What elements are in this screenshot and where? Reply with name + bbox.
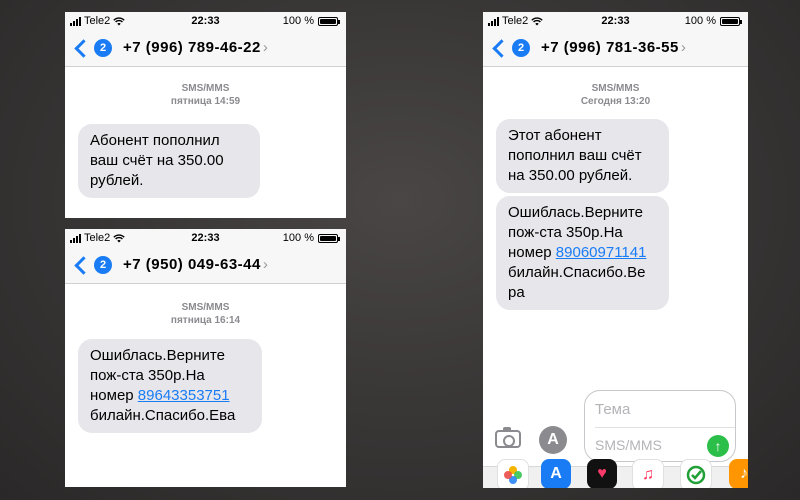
- contact-title[interactable]: +7 (950) 049-63-44 ›: [123, 256, 268, 273]
- contact-number: +7 (996) 781-36-55: [541, 39, 679, 56]
- battery-percent: 100 %: [282, 15, 314, 27]
- back-button[interactable]: 2: [73, 38, 112, 58]
- contact-number: +7 (996) 789-46-22: [123, 39, 261, 56]
- contact-title[interactable]: +7 (996) 781-36-55 ›: [541, 39, 686, 56]
- thread-timestamp: SMS/MMS пятница 14:59: [65, 82, 346, 108]
- message-text: билайн.Спасибо.Ева: [90, 407, 236, 424]
- unread-badge: 2: [94, 39, 112, 57]
- message-bubble[interactable]: Ошиблась.Верните пож-ста 350р.На номер 8…: [78, 339, 262, 433]
- subject-field[interactable]: Тема: [595, 401, 630, 418]
- heart-app-icon[interactable]: ♥: [587, 459, 617, 488]
- back-button[interactable]: 2: [491, 38, 530, 58]
- back-chevron-icon: [74, 38, 93, 58]
- thread-timestamp: SMS/MMS Сегодня 13:20: [483, 82, 748, 108]
- conversation-header: 2 +7 (996) 781-36-55 ›: [483, 30, 748, 67]
- contact-number: +7 (950) 049-63-44: [123, 256, 261, 273]
- app-drawer: A ♥ ♫ ♪: [483, 459, 748, 488]
- service-label: SMS/MMS: [181, 302, 230, 313]
- status-bar: Tele2 22:33 100 %: [65, 12, 346, 30]
- phone-number-link[interactable]: 89060971141: [556, 244, 647, 261]
- conversation-header: 2 +7 (996) 789-46-22 ›: [65, 30, 346, 67]
- service-label: SMS/MMS: [181, 83, 230, 94]
- status-bar: Tele2 22:33 100 %: [483, 12, 748, 30]
- message-screen-3: Tele2 22:33 100 % 2 +7 (996) 781-36-55 › …: [483, 12, 748, 488]
- appstore-icon[interactable]: A: [541, 459, 571, 488]
- battery-icon: [318, 233, 340, 243]
- message-input-box[interactable]: Тема SMS/MMS ↑: [584, 390, 736, 462]
- message-text: билайн.Спасибо.Ве ра: [508, 264, 646, 301]
- date-label: Сегодня 13:20: [580, 96, 651, 107]
- back-chevron-icon: [492, 38, 511, 58]
- unread-badge: 2: [94, 256, 112, 274]
- message-field[interactable]: SMS/MMS: [595, 437, 662, 453]
- service-label: SMS/MMS: [591, 83, 640, 94]
- chevron-right-icon: ›: [680, 39, 687, 56]
- music-icon[interactable]: ♫: [632, 459, 664, 488]
- send-arrow-icon[interactable]: ↑: [707, 435, 729, 457]
- battery-percent: 100 %: [684, 15, 716, 27]
- sberbank-icon[interactable]: [680, 459, 712, 488]
- date-label: пятница 14:59: [170, 96, 241, 107]
- chevron-right-icon: ›: [262, 256, 269, 273]
- battery-icon: [318, 16, 340, 26]
- chevron-right-icon: ›: [262, 39, 269, 56]
- message-bubble[interactable]: Этот абонент пополнил ваш счёт на 350.00…: [496, 119, 669, 193]
- phone-number-link[interactable]: 89643353751: [138, 387, 230, 404]
- message-composer: A Тема SMS/MMS ↑: [483, 390, 748, 466]
- photos-icon[interactable]: [497, 459, 529, 488]
- music-app-icon[interactable]: ♪: [729, 459, 748, 488]
- battery-icon: [720, 16, 742, 26]
- battery-percent: 100 %: [282, 232, 314, 244]
- contact-title[interactable]: +7 (996) 789-46-22 ›: [123, 39, 268, 56]
- back-button[interactable]: 2: [73, 255, 112, 275]
- date-label: пятница 16:14: [170, 315, 241, 326]
- divider: [595, 427, 735, 428]
- message-screen-1: Tele2 22:33 100 % 2 +7 (996) 789-46-22 › …: [65, 12, 346, 218]
- status-bar: Tele2 22:33 100 %: [65, 229, 346, 247]
- message-bubble[interactable]: Абонент пополнил ваш счёт на 350.00 рубл…: [78, 124, 260, 198]
- message-screen-2: Tele2 22:33 100 % 2 +7 (950) 049-63-44 › …: [65, 229, 346, 487]
- back-chevron-icon: [74, 255, 93, 275]
- camera-icon[interactable]: [495, 427, 521, 448]
- message-bubble[interactable]: Ошиблась.Верните пож-ста 350р.На номер 8…: [496, 196, 669, 310]
- thread-timestamp: SMS/MMS пятница 16:14: [65, 301, 346, 327]
- conversation-header: 2 +7 (950) 049-63-44 ›: [65, 247, 346, 284]
- unread-badge: 2: [512, 39, 530, 57]
- appstore-icon[interactable]: A: [539, 426, 567, 454]
